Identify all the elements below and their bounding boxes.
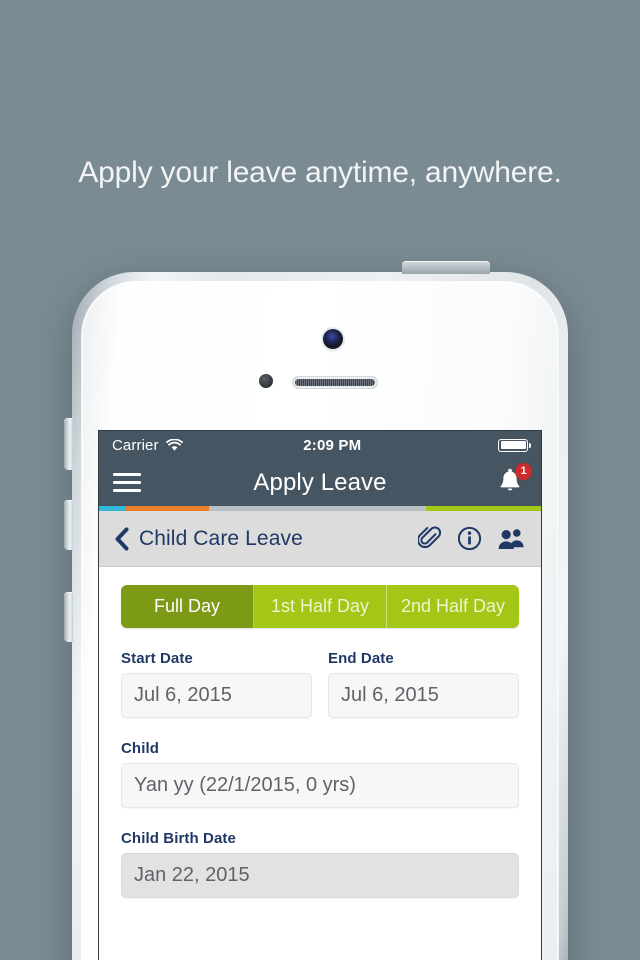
page-title: Apply Leave: [253, 468, 387, 496]
wifi-icon: [165, 438, 183, 451]
hamburger-bar: [113, 473, 141, 476]
volume-down-button[interactable]: [64, 592, 73, 642]
phone-body: Carrier 2:09 PM Apply Leave 1 Child Care…: [81, 281, 559, 960]
notifications-button[interactable]: 1: [497, 462, 532, 498]
people-icon[interactable]: [498, 527, 526, 551]
hamburger-bar: [113, 481, 141, 484]
front-camera: [323, 329, 343, 349]
screenshot-stage: Apply your leave anytime, anywhere. Carr…: [0, 0, 640, 960]
sub-header: Child Care Leave: [99, 511, 541, 567]
marketing-headline: Apply your leave anytime, anywhere.: [78, 156, 562, 189]
child-field: Child Yan yy (22/1/2015, 0 yrs): [121, 740, 519, 808]
end-date-field: End Date Jul 6, 2015: [328, 650, 519, 718]
status-bar-left: Carrier: [112, 437, 183, 454]
start-date-input[interactable]: Jul 6, 2015: [121, 673, 312, 718]
accent-stripe: [99, 506, 541, 511]
day-type-segment-1[interactable]: 1st Half Day: [254, 585, 387, 628]
start-date-field: Start Date Jul 6, 2015: [121, 650, 312, 718]
end-date-label: End Date: [328, 650, 394, 667]
earpiece-speaker: [293, 377, 377, 388]
child-birth-date-input: Jan 22, 2015: [121, 853, 519, 898]
status-bar: Carrier 2:09 PM: [99, 431, 541, 459]
back-chevron-icon[interactable]: [114, 527, 129, 551]
sub-header-actions: [418, 526, 526, 551]
child-birth-date-field: Child Birth Date Jan 22, 2015: [121, 830, 519, 898]
battery-icon: [498, 438, 531, 452]
start-date-label: Start Date: [121, 650, 193, 667]
child-label: Child: [121, 740, 159, 757]
child-birth-date-label: Child Birth Date: [121, 830, 236, 847]
info-circle-icon[interactable]: [457, 526, 482, 551]
hamburger-bar: [113, 489, 141, 492]
phone-screen: Carrier 2:09 PM Apply Leave 1 Child Care…: [99, 431, 541, 960]
volume-up-button[interactable]: [64, 500, 73, 550]
leave-type-title: Child Care Leave: [139, 526, 303, 550]
app-nav-bar: Apply Leave 1: [99, 459, 541, 506]
day-type-segment-2[interactable]: 2nd Half Day: [387, 585, 519, 628]
power-button[interactable]: [402, 261, 490, 274]
stripe-segment: [99, 506, 126, 511]
carrier-label: Carrier: [112, 436, 159, 454]
end-date-input[interactable]: Jul 6, 2015: [328, 673, 519, 718]
stripe-segment: [125, 506, 210, 511]
hamburger-menu-icon[interactable]: [113, 473, 141, 492]
status-bar-right: [498, 438, 531, 452]
attachment-paperclip-icon[interactable]: [418, 526, 441, 551]
day-type-segment-0[interactable]: Full Day: [121, 585, 254, 628]
notification-badge: 1: [515, 462, 532, 480]
phone-mockup: Carrier 2:09 PM Apply Leave 1 Child Care…: [64, 261, 568, 960]
day-type-segmented-control[interactable]: Full Day 1st Half Day 2nd Half Day: [121, 585, 519, 628]
apply-leave-form: Full Day 1st Half Day 2nd Half Day Start D…: [99, 567, 541, 960]
proximity-sensor: [259, 374, 273, 388]
stripe-segment: [426, 506, 541, 511]
child-select[interactable]: Yan yy (22/1/2015, 0 yrs): [121, 763, 519, 808]
stripe-segment: [209, 506, 427, 511]
mute-switch[interactable]: [64, 418, 73, 470]
date-range-row: Start Date Jul 6, 2015 End Date Jul 6, 2…: [121, 650, 519, 718]
battery-level: [500, 441, 526, 449]
status-bar-time: 2:09 PM: [303, 436, 362, 454]
